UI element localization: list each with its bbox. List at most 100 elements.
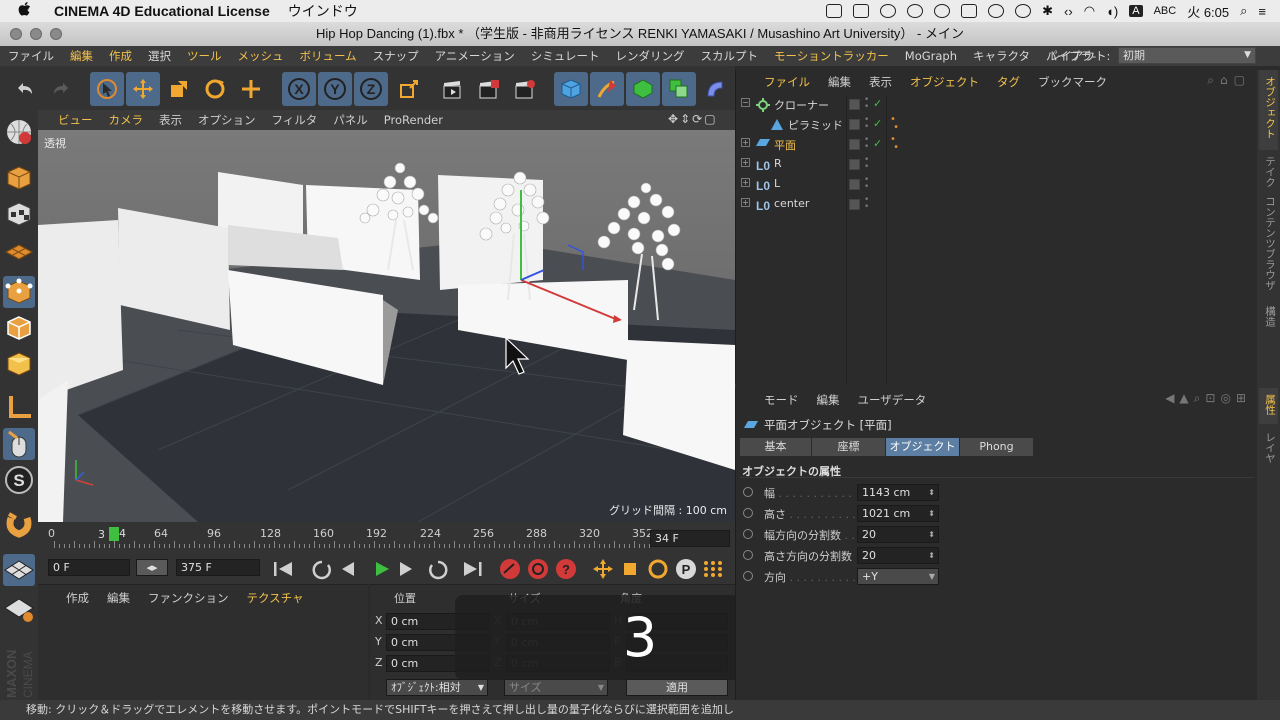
object-name[interactable]: クローナー bbox=[774, 97, 829, 113]
record-keys-icon[interactable] bbox=[500, 559, 520, 579]
new-panel-icon[interactable]: ⊞ bbox=[1236, 391, 1251, 405]
layout-select[interactable]: 初期 ▼ bbox=[1118, 47, 1256, 64]
attribute-tab[interactable]: Phong bbox=[960, 438, 1034, 456]
recent-tool-button[interactable] bbox=[234, 72, 268, 106]
layer-swatch[interactable] bbox=[849, 159, 860, 170]
menu-item[interactable]: 選択 bbox=[140, 48, 179, 64]
animate-toggle-icon[interactable] bbox=[743, 529, 753, 539]
search-icon[interactable]: ⌕ bbox=[1207, 73, 1220, 87]
texture-mode-button[interactable] bbox=[3, 198, 35, 230]
zoom-window-button[interactable] bbox=[50, 28, 62, 40]
bluetooth-icon[interactable]: ✱ bbox=[1042, 3, 1053, 19]
live-select-button[interactable] bbox=[90, 72, 124, 106]
subdivision-button[interactable] bbox=[626, 72, 660, 106]
menu-item[interactable]: ファイル bbox=[0, 48, 62, 64]
menu-item[interactable]: キャラクタ bbox=[965, 48, 1038, 64]
object-row[interactable]: + L0 center • • bbox=[736, 195, 1258, 215]
workplane-settings-button[interactable] bbox=[3, 592, 35, 624]
visibility-dots-icon[interactable]: • • bbox=[864, 116, 869, 132]
viewport-menu-item[interactable]: オプション bbox=[190, 112, 264, 128]
attribute-tab[interactable]: 基本 bbox=[740, 438, 812, 456]
viewport-menu-item[interactable]: カメラ bbox=[101, 112, 152, 128]
layer-swatch[interactable] bbox=[849, 199, 860, 210]
key-scale-icon[interactable] bbox=[624, 563, 636, 575]
search-icon[interactable]: ⌕ bbox=[1194, 391, 1206, 405]
visibility-dots-icon[interactable]: • • bbox=[864, 136, 869, 152]
expand-toggle-icon[interactable]: + bbox=[741, 138, 750, 147]
array-button[interactable] bbox=[662, 72, 696, 106]
wifi-icon[interactable]: ◠ bbox=[1084, 3, 1095, 19]
layer-swatch[interactable] bbox=[849, 99, 860, 110]
layer-swatch[interactable] bbox=[849, 139, 860, 150]
workplane-lock-button[interactable] bbox=[3, 554, 35, 586]
object-name[interactable]: R bbox=[774, 157, 782, 170]
disk-icon[interactable] bbox=[988, 4, 1005, 18]
close-window-button[interactable] bbox=[10, 28, 22, 40]
camera-icon[interactable] bbox=[826, 4, 843, 18]
stepper-arrows-icon[interactable]: ⬍ bbox=[928, 548, 935, 563]
material-menu-item[interactable]: 編集 bbox=[107, 591, 130, 605]
object-name[interactable]: center bbox=[774, 197, 809, 210]
side-tab[interactable]: 構造 bbox=[1259, 300, 1278, 338]
stepper-arrows-icon[interactable]: ⬍ bbox=[928, 485, 935, 500]
input-source-label[interactable]: ABC bbox=[1154, 5, 1177, 17]
maximize-icon[interactable]: ▢ bbox=[704, 112, 717, 126]
menu-item[interactable]: スナップ bbox=[365, 48, 427, 64]
scale-tool-button[interactable] bbox=[162, 72, 196, 106]
move-tool-button[interactable] bbox=[126, 72, 160, 106]
attribute-menu-item[interactable]: モード bbox=[764, 393, 799, 407]
start-frame-field[interactable]: 0 F bbox=[48, 559, 130, 576]
layer-swatch[interactable] bbox=[849, 179, 860, 190]
play-icon[interactable] bbox=[376, 562, 389, 576]
playhead[interactable] bbox=[109, 527, 119, 541]
input-source-badge[interactable]: A bbox=[1129, 5, 1143, 17]
menu-item[interactable]: シミュレート bbox=[523, 48, 608, 64]
search-icon[interactable]: ⌕ bbox=[1240, 3, 1247, 19]
expand-toggle-icon[interactable]: + bbox=[741, 178, 750, 187]
menu-item[interactable]: ツール bbox=[179, 48, 230, 64]
animate-toggle-icon[interactable] bbox=[743, 487, 753, 497]
key-pla-icon[interactable] bbox=[704, 561, 722, 577]
visibility-dots-icon[interactable]: • • bbox=[864, 96, 869, 112]
polygons-mode-button[interactable] bbox=[3, 348, 35, 380]
coord-mode-select[interactable]: ｵﾌﾞｼﾞｪｸﾄ:相対 ▼ bbox=[386, 679, 488, 696]
undo-button[interactable] bbox=[8, 72, 42, 106]
minimize-window-button[interactable] bbox=[30, 28, 42, 40]
viewport[interactable]: 透視 グリッド間隔 : 100 cm bbox=[38, 130, 735, 522]
object-name[interactable]: ピラミッド bbox=[788, 117, 843, 133]
pan-icon[interactable]: ✥ bbox=[668, 112, 680, 126]
go-to-end-icon[interactable] bbox=[464, 562, 482, 576]
expand-toggle-icon[interactable]: − bbox=[741, 98, 750, 107]
z-axis-lock-button[interactable]: Z bbox=[354, 72, 388, 106]
apply-button[interactable]: 適用 bbox=[626, 679, 728, 696]
home-icon[interactable]: ⌂ bbox=[1220, 73, 1234, 87]
render-settings-button[interactable] bbox=[508, 72, 542, 106]
lock-icon[interactable]: ⊡ bbox=[1205, 391, 1220, 405]
menu-item[interactable]: MoGraph bbox=[897, 49, 965, 63]
volume-icon[interactable]: ◖) bbox=[1106, 4, 1118, 19]
expand-toggle-icon[interactable]: + bbox=[741, 198, 750, 207]
weight-tag-icon[interactable]: • • bbox=[890, 135, 899, 153]
clock[interactable]: 火 6:05 bbox=[1187, 2, 1229, 21]
app-name[interactable]: CINEMA 4D Educational License bbox=[54, 3, 270, 19]
render-view-button[interactable] bbox=[436, 72, 470, 106]
key-rotation-icon[interactable] bbox=[648, 559, 668, 579]
menu-item[interactable]: 編集 bbox=[62, 48, 101, 64]
material-menu-item[interactable]: ファンクション bbox=[148, 591, 229, 605]
keyframe-selection-icon[interactable]: ? bbox=[556, 559, 576, 579]
render-picture-viewer-button[interactable] bbox=[472, 72, 506, 106]
property-field[interactable]: 20 ⬍ bbox=[857, 547, 939, 564]
animate-toggle-icon[interactable] bbox=[743, 508, 753, 518]
object-menu-item[interactable]: オブジェクト bbox=[910, 75, 979, 89]
attribute-menu-item[interactable]: 編集 bbox=[817, 393, 840, 407]
axis-mode-button[interactable] bbox=[3, 392, 35, 424]
chevron-down-icon[interactable]: ▼ bbox=[929, 569, 935, 584]
tweak-mode-button[interactable] bbox=[3, 428, 35, 460]
timeline[interactable]: 0 64 96 128 160 192 224 256 288 320 352 34 3 34 F bbox=[38, 522, 735, 552]
settings-icon[interactable]: ◎ bbox=[1220, 391, 1235, 405]
menu-item[interactable]: 作成 bbox=[101, 48, 140, 64]
menu-item[interactable]: モーショントラッカー bbox=[766, 48, 897, 64]
object-menu-item[interactable]: 編集 bbox=[828, 75, 851, 89]
cloud-upload-icon[interactable] bbox=[934, 4, 951, 18]
y-axis-lock-button[interactable]: Y bbox=[318, 72, 352, 106]
